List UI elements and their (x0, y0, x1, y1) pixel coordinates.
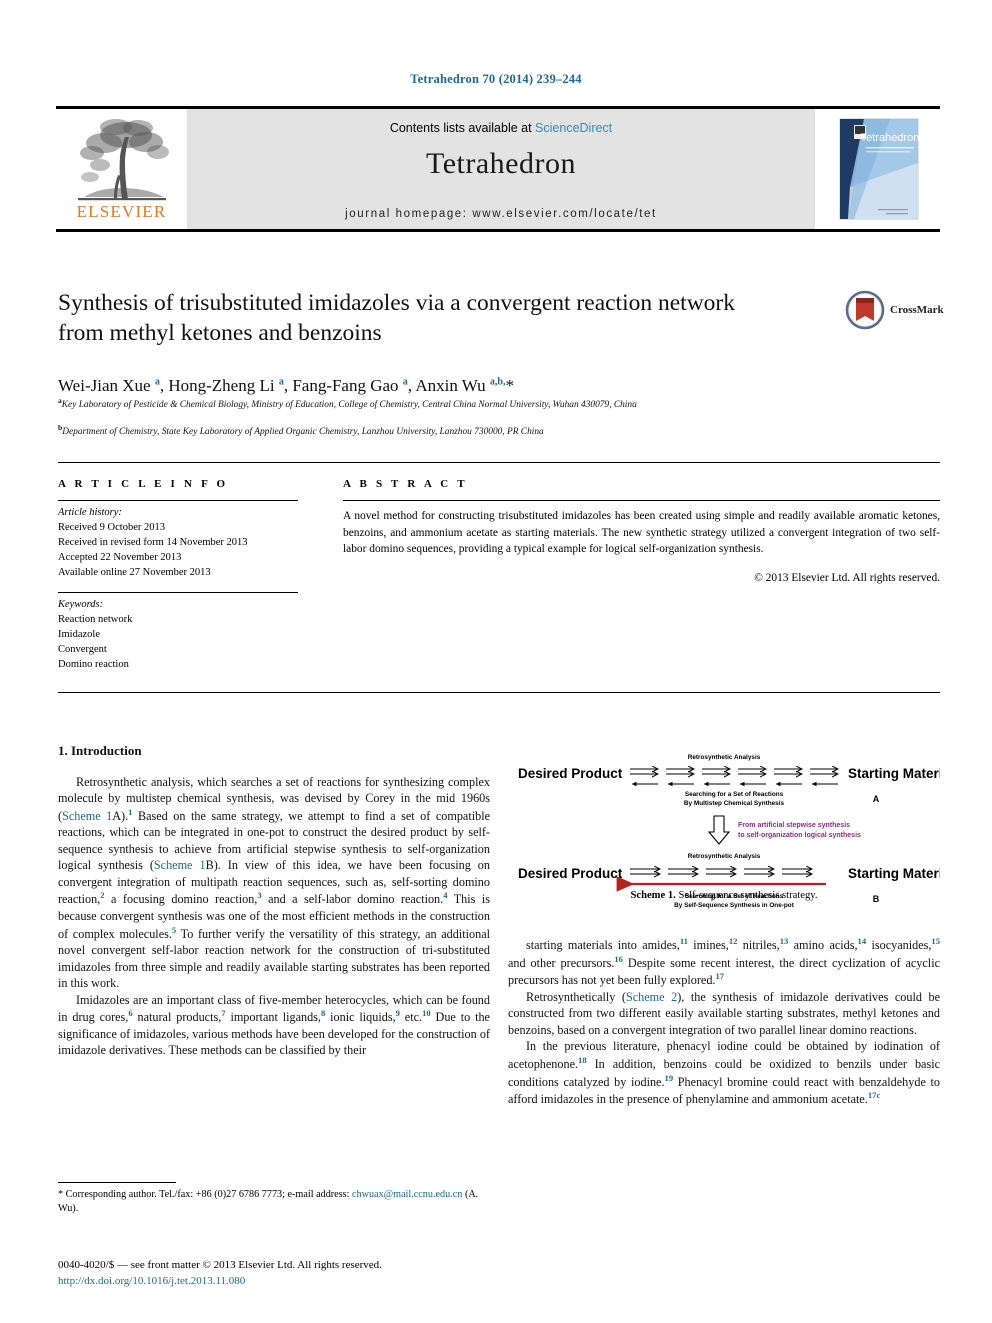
sciencedirect-link[interactable]: ScienceDirect (535, 121, 612, 135)
history-line: Received in revised form 14 November 201… (58, 536, 248, 548)
article-history: Article history: Received 9 October 2013… (58, 506, 308, 581)
abstract-text: A novel method for constructing trisubst… (343, 510, 940, 556)
svg-text:Tetrahedron: Tetrahedron (860, 132, 919, 144)
scheme-transition-line1: From artificial stepwise synthesis (738, 822, 850, 829)
keyword-item: Reaction network (58, 613, 133, 625)
contents-prefix: Contents lists available at (389, 121, 536, 135)
footnote-divider (58, 1182, 176, 1183)
elsevier-wordmark: ELSEVIER (76, 202, 167, 221)
abstract-heading: A B S T R A C T (343, 478, 468, 490)
journal-cover-thumbnail: Tetrahedron (815, 109, 940, 229)
keyword-item: Convergent (58, 643, 107, 655)
keyword-item: Imidazole (58, 628, 100, 640)
scheme-panel-a-letter: A (873, 794, 880, 804)
scheme-caption-text: Self-sequence synthesis strategy. (675, 890, 818, 901)
author-list: Wei-Jian Xue a, Hong-Zheng Li a, Fang-Fa… (58, 376, 514, 395)
affiliation-b: bDepartment of Chemistry, State Key Labo… (58, 423, 938, 439)
running-head: Tetrahedron 70 (2014) 239–244 (410, 72, 582, 86)
paragraph: starting materials into amides,11 imines… (508, 936, 940, 988)
affiliation-a-text: Key Laboratory of Pesticide & Chemical B… (61, 400, 637, 411)
scheme-b-left-label: Desired Product (518, 866, 623, 881)
crossmark-icon (845, 290, 885, 330)
body-column-left: 1. Introduction Retrosynthetic analysis,… (58, 742, 490, 1059)
scheme-b-right-label: Starting Materials (848, 866, 940, 881)
corresponding-prefix: * Corresponding author. Tel./fax: +86 (0… (58, 1189, 353, 1200)
elsevier-logo: ELSEVIER (56, 109, 187, 229)
scheme-transition-line2: to self-organization logical synthesis (738, 832, 861, 839)
scheme-caption-label: Scheme 1. (630, 890, 676, 901)
affiliation-a: aKey Laboratory of Pesticide & Chemical … (58, 396, 938, 412)
paragraph: Retrosynthetic analysis, which searches … (58, 774, 490, 991)
affiliation-b-text: Department of Chemistry, State Key Labor… (62, 427, 544, 438)
journal-homepage[interactable]: journal homepage: www.elsevier.com/locat… (187, 208, 815, 220)
section-heading-introduction: 1. Introduction (58, 743, 142, 758)
article-history-label: Article history: (58, 507, 122, 518)
article-info-heading: A R T I C L E I N F O (58, 478, 229, 490)
scheme-top-label-a: Retrosynthetic Analysis (688, 754, 761, 761)
page-title: Synthesis of trisubstituted imidazoles v… (58, 290, 735, 347)
keyword-item: Domino reaction (58, 658, 129, 670)
history-line: Received 9 October 2013 (58, 521, 166, 533)
divider-info (58, 500, 298, 501)
cover-image: Tetrahedron (839, 118, 919, 220)
scheme-b-sub2: By Self-Sequence Synthesis in One-pot (674, 902, 795, 909)
paragraph: Retrosynthetically (Scheme 2), the synth… (508, 989, 940, 1037)
journal-band: Contents lists available at ScienceDirec… (187, 109, 815, 229)
scheme-1-caption: Scheme 1. Self-sequence synthesis strate… (508, 890, 940, 901)
scheme-a-sub1: Searching for a Set of Reactions (685, 791, 784, 798)
scheme-a-sub2: By Multistep Chemical Synthesis (684, 800, 785, 807)
paragraph: Imidazoles are an important class of fiv… (58, 992, 490, 1058)
body-column-right: starting materials into amides,11 imines… (508, 936, 940, 1108)
contents-available-line: Contents lists available at ScienceDirec… (187, 121, 815, 135)
scheme-a-right-label: Starting Materials (848, 766, 940, 781)
divider-bottom (58, 692, 940, 693)
paper-page: Tetrahedron 70 (2014) 239–244 ELSEVIER C… (0, 0, 992, 1323)
journal-title: Tetrahedron (426, 147, 576, 180)
abstract-copyright: © 2013 Elsevier Ltd. All rights reserved… (754, 572, 940, 584)
crossmark-label: CrossMark (890, 304, 944, 316)
keywords-list: Keywords: Reaction network Imidazole Con… (58, 598, 308, 673)
elsevier-tree-icon (77, 119, 169, 201)
divider-top (58, 462, 940, 463)
crossmark-badge[interactable]: CrossMark (845, 288, 945, 332)
divider-abstract (343, 500, 940, 501)
keywords-label: Keywords: (58, 599, 104, 610)
scheme-top-label-b: Retrosynthetic Analysis (688, 853, 761, 860)
issn-copyright-block: 0040-4020/$ — see front matter © 2013 El… (58, 1258, 558, 1290)
history-line: Accepted 22 November 2013 (58, 551, 182, 563)
scheme-a-left-label: Desired Product (518, 766, 623, 781)
journal-masthead: ELSEVIER Contents lists available at Sci… (56, 106, 940, 232)
down-arrow-icon (707, 815, 731, 845)
issn-line: 0040-4020/$ — see front matter © 2013 El… (58, 1259, 382, 1271)
divider-keywords (58, 592, 298, 593)
corresponding-author-note: * Corresponding author. Tel./fax: +86 (0… (58, 1188, 490, 1217)
history-line: Available online 27 November 2013 (58, 566, 211, 578)
corresponding-email[interactable]: chwuax@mail.ccnu.edu.cn (352, 1189, 462, 1200)
doi-link[interactable]: http://dx.doi.org/10.1016/j.tet.2013.11.… (58, 1274, 558, 1290)
paragraph: In the previous literature, phenacyl iod… (508, 1039, 941, 1107)
